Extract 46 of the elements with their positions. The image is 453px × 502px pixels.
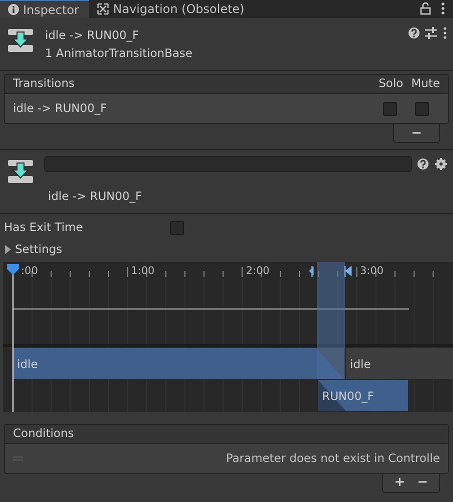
mute-checkbox[interactable] xyxy=(415,102,429,116)
solo-checkbox[interactable] xyxy=(383,102,397,116)
transition-row[interactable]: idle -> RUN00_F xyxy=(5,94,448,123)
more-icon[interactable] xyxy=(441,2,445,15)
more-icon[interactable] xyxy=(443,27,447,39)
time-label: :00 xyxy=(21,264,38,277)
help-icon[interactable] xyxy=(417,158,430,170)
settings-icon[interactable] xyxy=(435,158,447,170)
object-type: 1 AnimatorTransitionBase xyxy=(45,45,194,62)
list-header: Transitions xyxy=(13,75,76,92)
help-icon[interactable] xyxy=(408,27,420,39)
transition-name: idle -> RUN00_F xyxy=(13,100,108,117)
transition-start-handle[interactable] xyxy=(309,265,314,278)
navigation-icon xyxy=(96,3,109,15)
info-icon xyxy=(8,4,19,15)
clip-bar[interactable] xyxy=(13,348,344,379)
time-label: 3:00 xyxy=(360,264,384,277)
timeline[interactable]: :00 1:00 2:00 3:00 idle idle RUN00_F xyxy=(3,262,453,412)
remove-button[interactable]: − xyxy=(412,476,433,490)
time-label: 1:00 xyxy=(131,264,155,277)
blend-ramp xyxy=(316,348,344,379)
clip-label: idle xyxy=(17,356,38,371)
field-label: Has Exit Time xyxy=(4,219,84,236)
list-header: Conditions xyxy=(13,425,74,442)
exit-time-checkbox[interactable] xyxy=(170,220,184,235)
preset-icon[interactable] xyxy=(425,27,438,39)
transition-label: idle -> RUN00_F xyxy=(48,188,143,205)
add-button[interactable]: + xyxy=(389,476,410,490)
time-label: 2:00 xyxy=(246,264,270,277)
foldout-arrow-icon[interactable] xyxy=(4,244,12,254)
drag-handle-icon[interactable] xyxy=(13,456,23,461)
state-transition-icon xyxy=(8,160,33,183)
clip-label: RUN00_F xyxy=(322,388,374,403)
condition-message: Parameter does not exist in Controlle xyxy=(226,450,440,467)
playhead-marker[interactable] xyxy=(7,264,19,275)
transition-end-handle[interactable] xyxy=(344,265,352,278)
foldout-label[interactable]: Settings xyxy=(15,240,62,258)
column-header: Mute xyxy=(411,75,440,92)
state-transition-icon xyxy=(8,29,33,52)
lock-icon[interactable] xyxy=(420,2,431,15)
tab[interactable]: Navigation (Obsolete) xyxy=(88,0,254,18)
column-header: Solo xyxy=(378,75,404,92)
clip-bar[interactable] xyxy=(346,348,453,379)
tab[interactable]: Inspector xyxy=(0,0,89,18)
object-title: idle -> RUN00_F xyxy=(45,27,140,44)
clip-label: idle xyxy=(350,356,371,371)
